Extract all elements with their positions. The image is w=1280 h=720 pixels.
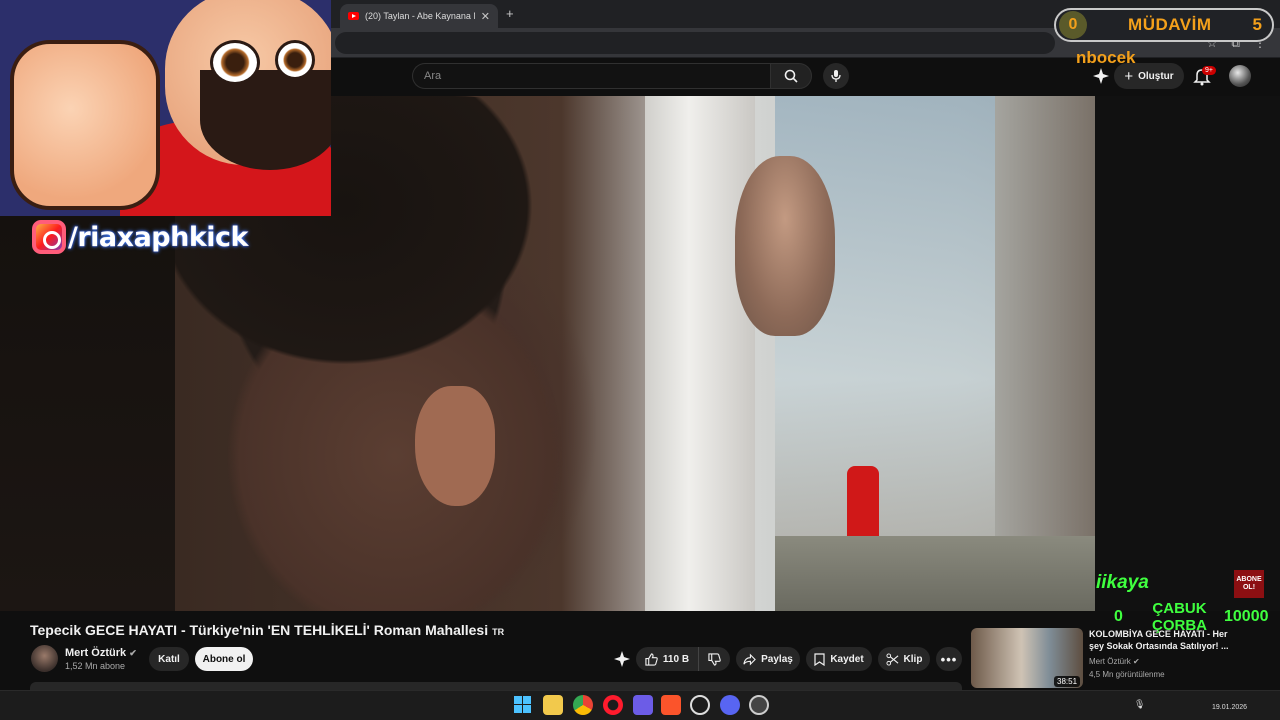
abone-ol-badge: ABONE OL! xyxy=(1234,570,1264,598)
discord-icon[interactable] xyxy=(720,695,740,715)
clip-label: Klip xyxy=(903,653,923,665)
channel-name-text: Mert Öztürk xyxy=(65,647,127,659)
obs-icon[interactable] xyxy=(749,695,769,715)
thumbs-up-icon xyxy=(645,652,658,666)
subscribe-button[interactable]: Abone ol xyxy=(195,647,253,671)
account-avatar[interactable] xyxy=(1229,65,1251,87)
scissors-icon xyxy=(886,652,898,666)
recommended-channel-text: Mert Öztürk xyxy=(1089,657,1131,666)
save-label: Kaydet xyxy=(830,653,864,665)
viewer-name: nbocek xyxy=(1076,48,1136,67)
avatar-eye-left xyxy=(210,40,260,85)
save-button[interactable]: Kaydet xyxy=(806,647,872,671)
mudavim-right-count: 5 xyxy=(1252,15,1262,34)
instagram-icon xyxy=(32,220,66,254)
search-input[interactable]: Ara xyxy=(412,63,770,89)
thumbs-up-hand xyxy=(10,40,160,210)
video-frame-bottle xyxy=(847,466,879,541)
verified-icon: ✔ xyxy=(129,648,137,658)
microphone-tray-icon[interactable]: 🎙 xyxy=(1134,699,1145,710)
theater-left-margin xyxy=(0,216,175,611)
like-button[interactable]: 110 B xyxy=(636,647,698,671)
like-count: 110 B xyxy=(662,653,690,665)
plus-icon: + xyxy=(1124,67,1134,85)
mudavim-widget: 0 MÜDAVİM 5 xyxy=(1054,8,1274,42)
recommended-video-channel[interactable]: Mert Öztürk ✔ xyxy=(1089,657,1140,666)
video-frame-ear xyxy=(415,386,495,506)
secondary-column xyxy=(1095,96,1280,611)
description-box[interactable] xyxy=(30,682,962,690)
create-label: Oluştur xyxy=(1138,70,1174,82)
thumbs-down-icon xyxy=(708,652,721,666)
windows-start-icon[interactable] xyxy=(514,696,531,713)
share-label: Paylaş xyxy=(761,653,793,665)
chatgpt-icon[interactable] xyxy=(690,695,710,715)
search-placeholder: Ara xyxy=(424,70,442,82)
share-icon xyxy=(743,653,756,665)
voice-search-button[interactable] xyxy=(823,63,849,89)
mudavim-left-count: 0 xyxy=(1059,11,1087,39)
recommended-video-views: 4,5 Mn görüntülenme xyxy=(1089,670,1165,679)
taskbar-date: 19.01.2026 xyxy=(1212,704,1248,711)
microphone-icon xyxy=(831,70,841,82)
mudavim-label: MÜDAVİM xyxy=(1128,15,1212,34)
recommended-video-duration: 38:51 xyxy=(1054,676,1081,687)
app-icon[interactable] xyxy=(633,695,653,715)
avatar-beard xyxy=(200,70,331,170)
instagram-handle: /riaxaphkick xyxy=(68,221,249,253)
search-button[interactable] xyxy=(770,63,812,89)
file-explorer-icon[interactable] xyxy=(543,695,563,715)
verified-icon: ✔ xyxy=(1133,657,1140,666)
abone-badge-line1: ABONE xyxy=(1236,575,1262,583)
share-button[interactable]: Paylaş xyxy=(736,647,800,671)
goal-label-line1: ÇABUK xyxy=(1152,600,1207,617)
bookmark-icon xyxy=(814,652,825,666)
video-title-text: Tepecik GECE HAYATI - Türkiye'nin 'EN TE… xyxy=(30,622,489,638)
video-frame-person xyxy=(735,156,835,336)
video-title: Tepecik GECE HAYATI - Türkiye'nin 'EN TE… xyxy=(30,622,504,638)
browser-tab[interactable]: (20) Taylan - Abe Kaynana Nap ✕ xyxy=(340,4,498,28)
instagram-overlay: /riaxaphkick xyxy=(32,220,249,254)
subscriber-count: 1,52 Mn abone xyxy=(65,661,126,671)
youtube-favicon-icon xyxy=(348,12,359,20)
ask-ai-icon[interactable] xyxy=(612,650,632,668)
chrome-icon[interactable] xyxy=(573,695,593,715)
opera-icon[interactable] xyxy=(603,695,623,715)
translation-flag: TR xyxy=(492,627,505,637)
brave-icon[interactable] xyxy=(661,695,681,715)
ask-ai-icon[interactable] xyxy=(1092,67,1110,85)
subscribe-label: Abone ol xyxy=(202,653,246,665)
stream-scroll-text: iikaya xyxy=(1096,572,1149,593)
goal-current: 0 xyxy=(1114,608,1123,625)
more-actions-button[interactable]: ••• xyxy=(936,647,962,671)
tab-close-icon[interactable]: ✕ xyxy=(481,10,490,23)
video-frame-sink xyxy=(775,536,1095,611)
tab-title: (20) Taylan - Abe Kaynana Nap xyxy=(365,11,475,21)
dislike-button[interactable] xyxy=(698,647,730,671)
clip-button[interactable]: Klip xyxy=(878,647,930,671)
abone-badge-line2: OL! xyxy=(1242,584,1256,591)
more-horizontal-icon: ••• xyxy=(940,651,958,667)
new-tab-button[interactable]: + xyxy=(506,6,514,21)
recommended-video-title[interactable]: KOLOMBİYA GECE HAYATI - Her şey Sokak Or… xyxy=(1089,628,1229,652)
url-field[interactable] xyxy=(335,32,1055,54)
goal-max: 10000 xyxy=(1224,608,1269,625)
streamer-avatar-overlay xyxy=(0,0,331,216)
search-icon xyxy=(784,69,798,83)
join-button[interactable]: Katıl xyxy=(149,647,189,671)
join-label: Katıl xyxy=(158,653,180,665)
channel-name[interactable]: Mert Öztürk ✔ xyxy=(65,647,137,659)
avatar-eye-right xyxy=(275,40,315,80)
channel-avatar[interactable] xyxy=(31,645,58,672)
notification-badge: 9+ xyxy=(1202,66,1216,75)
